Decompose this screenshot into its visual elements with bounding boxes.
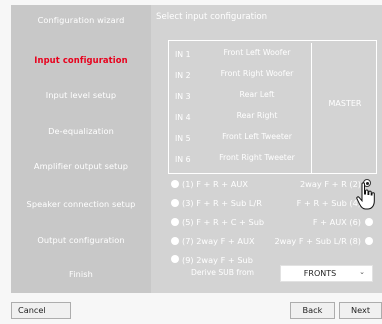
chevron-down-icon: ⌄	[359, 268, 365, 276]
input-name: Front Right Woofer	[220, 69, 294, 78]
input-id: IN 4	[175, 113, 191, 122]
radio-option-8[interactable]	[365, 237, 373, 245]
derive-sub-value: FRONTS	[303, 269, 337, 278]
input-id: IN 1	[175, 50, 191, 59]
wizard-window: Configuration wizard Input configuration…	[0, 0, 382, 324]
input-row: IN 3 Rear Left	[169, 87, 311, 107]
option-label-5[interactable]: (5) F + R + C + Sub	[182, 217, 264, 227]
sidebar-item-de-equalization[interactable]: De-equalization	[11, 120, 151, 142]
option-label-8[interactable]: 2way F + Sub L/R (8)	[274, 236, 361, 246]
table-divider	[311, 43, 312, 173]
radio-option-6[interactable]	[365, 218, 373, 226]
page-title: Select input configuration	[156, 12, 268, 22]
option-label-9[interactable]: (9) 2way F + Sub	[182, 255, 253, 265]
option-label-2[interactable]: 2way F + R (2)	[300, 179, 361, 189]
input-name: Front Left Tweeter	[222, 132, 292, 141]
option-label-1[interactable]: (1) F + R + AUX	[182, 179, 248, 189]
input-row: IN 6 Front Right Tweeter	[169, 150, 311, 170]
derive-sub-select[interactable]: FRONTS ⌄	[280, 265, 373, 282]
radio-option-7[interactable]	[171, 237, 179, 245]
input-id: IN 3	[175, 92, 191, 101]
master-label: MASTER	[328, 99, 362, 108]
input-row: IN 4 Rear Right	[169, 108, 311, 128]
main-panel: Select input configuration IN 1 Front Le…	[151, 5, 382, 293]
sidebar-item-input-level-setup[interactable]: Input level setup	[11, 84, 151, 106]
derive-sub-label: Derive SUB from	[191, 268, 255, 277]
back-button[interactable]: Back	[290, 302, 335, 319]
radio-option-3[interactable]	[171, 199, 179, 207]
radio-option-5[interactable]	[171, 218, 179, 226]
input-id: IN 6	[175, 155, 191, 164]
input-row: IN 2 Front Right Woofer	[169, 66, 311, 86]
input-name: Rear Left	[239, 90, 275, 99]
option-label-6[interactable]: F + AUX (6)	[313, 217, 361, 227]
input-row: IN 5 Front Left Tweeter	[169, 129, 311, 149]
sidebar-item-amplifier-output-setup[interactable]: Amplifier output setup	[11, 155, 151, 177]
mouse-pointer-icon	[356, 182, 375, 210]
option-label-4[interactable]: F + R + Sub (4)	[297, 198, 361, 208]
sidebar-item-finish[interactable]: Finish	[11, 263, 151, 285]
sidebar-item-speaker-connection-setup[interactable]: Speaker connection setup	[11, 193, 151, 215]
next-button-label: Next	[350, 305, 371, 315]
input-id: IN 2	[175, 71, 191, 80]
input-id: IN 5	[175, 134, 191, 143]
input-name: Rear Right	[236, 111, 278, 120]
input-name: Front Right Tweeter	[219, 153, 295, 162]
option-label-3[interactable]: (3) F + R + Sub L/R	[182, 198, 262, 208]
input-name: Front Left Woofer	[223, 48, 291, 57]
sidebar-item-output-configuration[interactable]: Output configuration	[11, 229, 151, 251]
back-button-label: Back	[302, 305, 323, 315]
next-button[interactable]: Next	[339, 302, 382, 319]
cancel-button[interactable]: Cancel	[11, 302, 71, 319]
radio-option-1[interactable]	[171, 180, 179, 188]
option-label-7[interactable]: (7) 2way F + AUX	[182, 236, 255, 246]
radio-option-9[interactable]	[171, 255, 179, 263]
sidebar-item-configuration-wizard[interactable]: Configuration wizard	[11, 9, 151, 31]
cancel-button-label: Cancel	[18, 305, 46, 315]
sidebar-item-input-configuration[interactable]: Input configuration	[11, 49, 151, 71]
input-row: IN 1 Front Left Woofer	[169, 45, 311, 65]
input-mapping-table: IN 1 Front Left Woofer IN 2 Front Right …	[168, 40, 377, 174]
sidebar: Configuration wizard Input configuration…	[11, 5, 151, 293]
